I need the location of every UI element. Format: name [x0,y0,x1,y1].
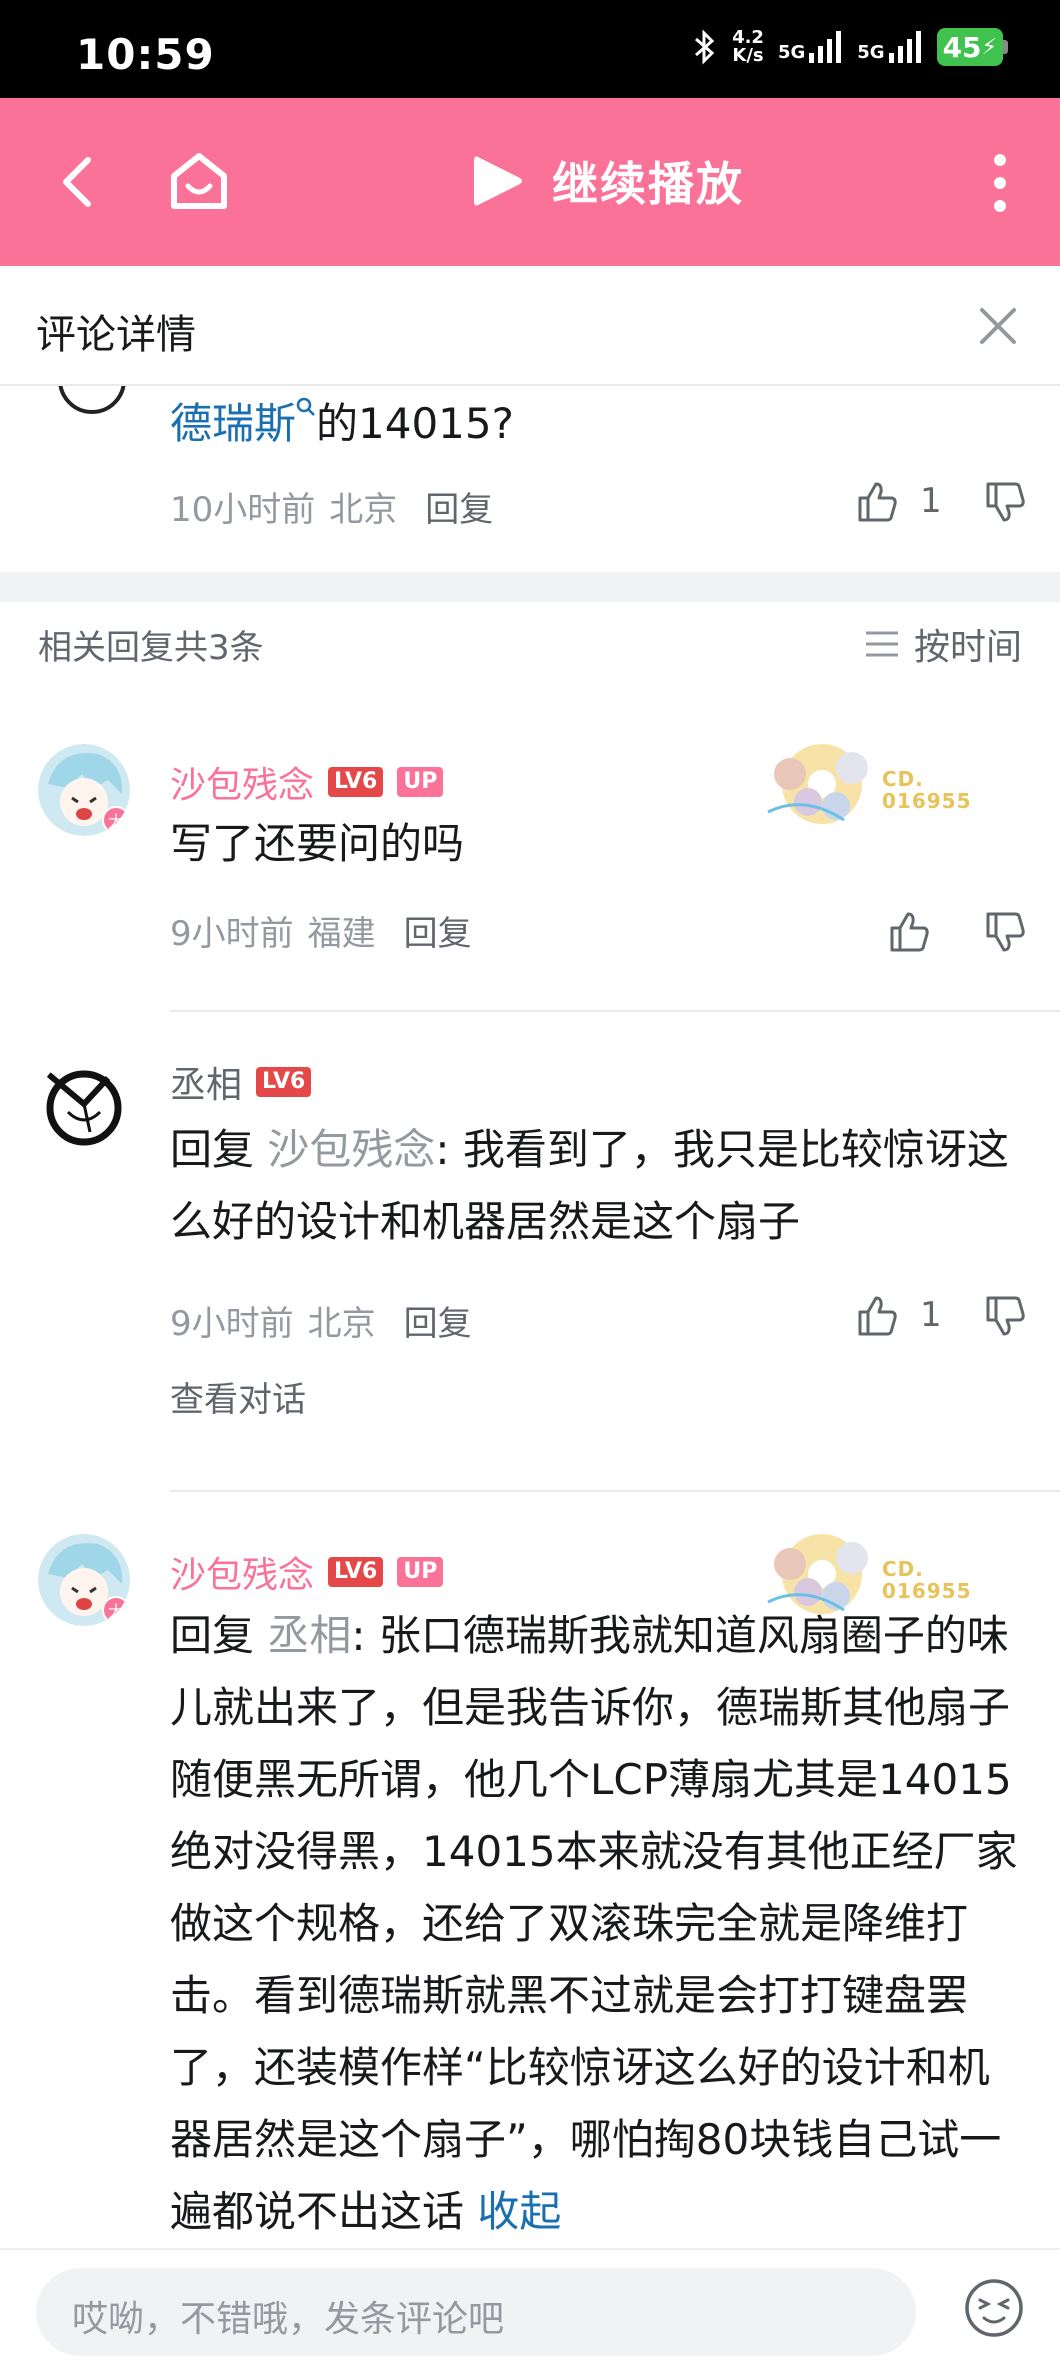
reply-text: 回复 沙包残念: 我看到了，我只是比较惊讶这么好的设计和机器居然是这个扇子 [170,1125,1009,1246]
thumbs-down-icon[interactable] [982,480,1028,526]
comment-location: 北京 [329,490,398,530]
level-badge: LV6 [328,767,384,797]
user-info: 沙包残念 LV6 UP [170,1546,444,1598]
username[interactable]: 沙包残念 [170,1546,314,1598]
mentioned-user[interactable]: 沙包残念 [267,1125,435,1174]
view-conversation-link[interactable]: 查看对话 [170,1372,306,1421]
thumbs-down-icon[interactable] [982,910,1028,956]
back-arrow-icon[interactable] [48,150,112,214]
avatar[interactable]: 大 [38,1534,130,1626]
more-options-icon[interactable] [988,152,1012,214]
search-icon [296,397,315,416]
avatar[interactable] [38,1058,130,1150]
battery-indicator: 45 ⚡ [936,28,1008,66]
sort-by-time-button[interactable]: 按时间 [864,618,1022,670]
comment-meta: 9小时前 北京 回复 [170,1296,472,1345]
status-time: 10:59 [76,30,215,79]
vip-badge: 大 [102,1596,130,1624]
thumbs-up-icon[interactable] [886,908,932,954]
comment-detail-header: 评论详情 [0,266,1060,386]
user-info: 沙包残念 LV6 UP [170,756,444,808]
signal-2: 5G [857,31,922,63]
level-badge: LV6 [256,1067,312,1097]
comment-location: 福建 [307,914,376,954]
comment-input[interactable]: 哎呦，不错哦，发条评论吧 [36,2268,916,2356]
comment-input-bar: 哎呦，不错哦，发条评论吧 [0,2248,1060,2376]
comment-time: 10小时前 [170,490,316,530]
reply-button[interactable]: 回复 [404,906,472,955]
up-badge: UP [397,767,444,797]
section-divider [0,572,1060,602]
page-title: 评论详情 [36,312,196,358]
reply-button[interactable]: 回复 [425,482,493,531]
avatar[interactable]: 大 [38,744,130,836]
root-comment-tail: 德瑞斯 的14015? 10小时前 北京 回复 1 [0,386,1060,572]
thumbs-up-icon [858,482,897,522]
vip-badge: 大 [102,806,130,834]
signal-1: 5G [778,31,843,63]
top-navigation-bar: 继续播放 [0,98,1060,266]
reply-item: 大 沙包残念 LV6 UP CD. 016955 写了还要问的吗 9小时前 福建… [0,716,1060,1016]
root-comment-text: 德瑞斯 的14015? [170,397,514,448]
search-keyword-link[interactable]: 德瑞斯 [170,399,296,448]
comment-location: 北京 [307,1304,376,1344]
status-bar: 10:59 4.2 K/s 5G 5G 45 ⚡ [0,0,1060,98]
status-icons: 4.2 K/s 5G 5G 45 ⚡ [692,28,1008,66]
reply-count: 相关回复共3条 [38,628,264,668]
username[interactable]: 丞相 [170,1056,242,1108]
reply-button[interactable]: 回复 [404,1296,472,1345]
continue-play-button[interactable]: 继续播放 [470,148,744,214]
thumbs-up-icon [858,1296,897,1336]
reply-item: 大 沙包残念 LV6 UP CD. 016955 回复 丞相: 张口德瑞斯我就知… [0,1506,1060,2248]
comment-thread[interactable]: 德瑞斯 的14015? 10小时前 北京 回复 1 相关回复共3条 按时间 大 沙… [0,386,1060,2248]
sort-label: 按时间 [913,627,1022,668]
username[interactable]: 沙包残念 [170,756,314,808]
thumbs-down-icon[interactable] [982,1294,1028,1340]
like-button[interactable]: 1 [854,478,942,524]
fan-medal-number: CD. 016955 [882,1557,972,1603]
like-button[interactable]: 1 [854,1292,942,1338]
signal-bars-icon [809,31,842,63]
divider [170,1490,1060,1492]
like-count: 1 [920,481,942,521]
collapse-link[interactable]: 收起 [477,2187,561,2236]
like-count: 1 [920,1295,942,1335]
level-badge: LV6 [328,1557,384,1587]
home-icon[interactable] [164,146,234,216]
reply-text: 写了还要问的吗 [170,819,465,868]
comment-meta: 9小时前 福建 回复 [170,906,472,955]
continue-play-label: 继续播放 [552,157,744,211]
replies-header: 相关回复共3条 按时间 [0,602,1060,682]
signal-bars-icon [888,31,921,63]
play-icon [474,156,522,206]
user-info: 丞相 LV6 [170,1056,312,1108]
emoji-icon[interactable] [962,2276,1026,2340]
bluetooth-icon [695,29,715,65]
comment-time: 9小时前 [170,1304,294,1344]
reply-text: 回复 丞相: 张口德瑞斯我就知道风扇圈子的味儿就出来了，但是我告诉你，德瑞斯其他… [170,1611,1018,2236]
fan-medal-number: CD. 016955 [882,767,972,813]
mentioned-user[interactable]: 丞相 [267,1611,351,1660]
list-sort-icon [865,631,898,657]
close-icon[interactable] [976,304,1020,348]
comment-time: 9小时前 [170,914,294,954]
comment-meta: 10小时前 北京 回复 [170,482,493,531]
net-speed: 4.2 K/s [732,27,764,66]
avatar[interactable] [58,386,126,414]
reply-item: 丞相 LV6 回复 沙包残念: 我看到了，我只是比较惊讶这么好的设计和机器居然是… [0,1026,1060,1426]
divider [170,1010,1060,1012]
up-badge: UP [397,1557,444,1587]
